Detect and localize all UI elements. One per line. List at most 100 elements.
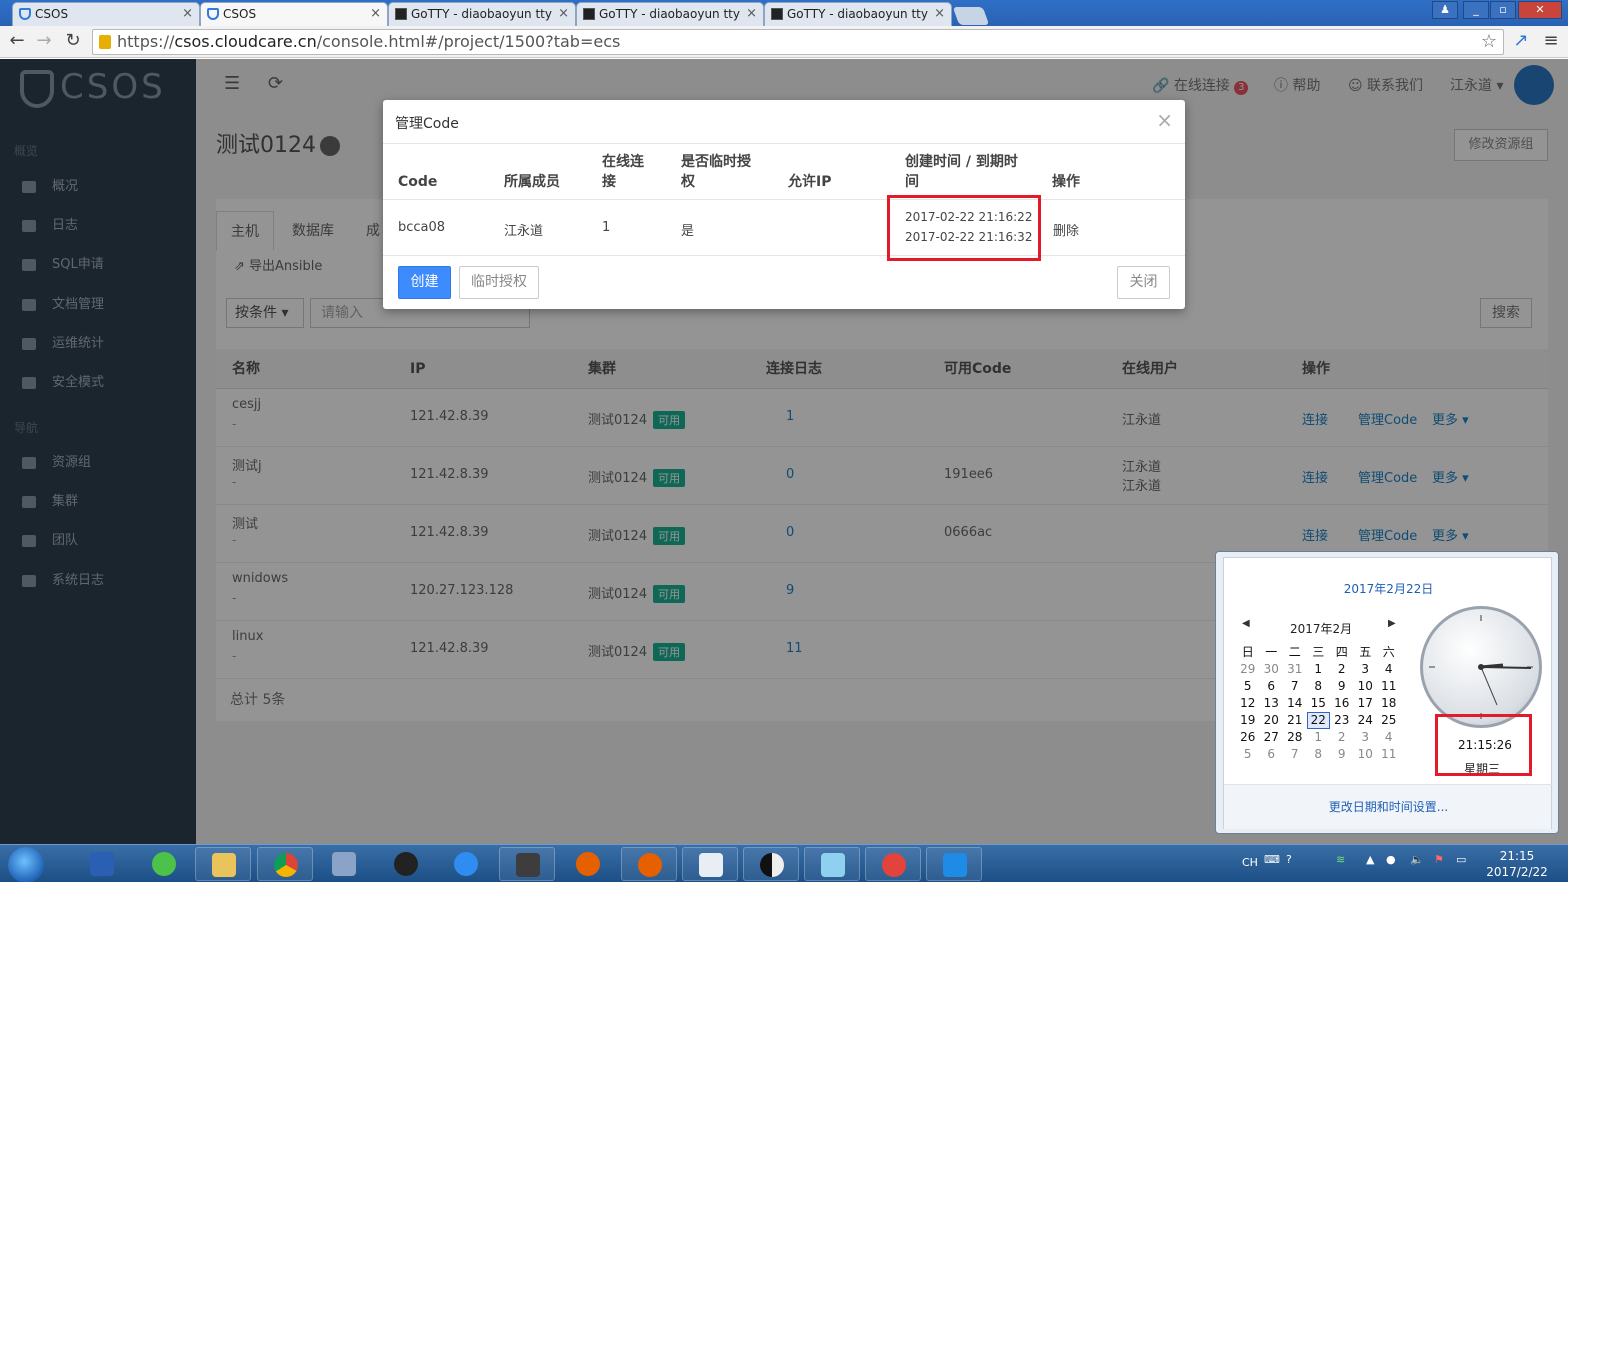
calendar-day[interactable]: 5 [1236, 678, 1260, 695]
calendar-day[interactable]: 29 [1236, 661, 1260, 678]
long-date-link[interactable]: 2017年2月22日 [1224, 580, 1553, 597]
calendar-day[interactable]: 28 [1283, 729, 1307, 746]
browser-tab[interactable]: GoTTY - diaobaoyun tty × [388, 2, 576, 26]
calendar-day-today[interactable]: 22 [1306, 712, 1330, 729]
sublime-text-icon[interactable] [499, 847, 555, 881]
action-center-icon[interactable]: ⚑ [1434, 853, 1444, 866]
restore-button[interactable]: ▫ [1490, 1, 1516, 19]
snail-app-icon[interactable] [865, 847, 921, 881]
calendar-day[interactable]: 11 [1377, 746, 1401, 763]
calendar-day[interactable]: 19 [1236, 712, 1260, 729]
help-icon[interactable]: ? [1286, 853, 1292, 866]
calendar-day[interactable]: 13 [1260, 695, 1284, 712]
word-icon[interactable] [74, 847, 130, 881]
close-button[interactable]: 关闭 [1117, 266, 1170, 299]
calendar-day[interactable]: 6 [1260, 678, 1284, 695]
wifi-icon[interactable]: ≋ [1336, 853, 1345, 866]
prev-month-icon[interactable]: ◀ [1242, 618, 1250, 629]
calendar-day[interactable]: 11 [1377, 678, 1401, 695]
address-bar[interactable]: https://csos.cloudcare.cn/console.html#/… [92, 29, 1504, 55]
calendar-day[interactable]: 14 [1283, 695, 1307, 712]
display-icon[interactable]: ▭ [1456, 853, 1466, 866]
bookmark-star-icon[interactable]: ☆ [1481, 30, 1497, 54]
calendar-day[interactable]: 20 [1260, 712, 1284, 729]
taskbar-clock[interactable]: 21:15 2017/2/22 [1482, 848, 1552, 880]
calendar-day[interactable]: 17 [1354, 695, 1378, 712]
minimize-button[interactable]: _ [1463, 1, 1489, 19]
close-icon[interactable]: × [370, 3, 381, 25]
calendar-day[interactable]: 9 [1330, 678, 1354, 695]
calendar-day[interactable]: 27 [1260, 729, 1284, 746]
close-icon[interactable]: × [182, 3, 193, 25]
temp-auth-button[interactable]: 临时授权 [459, 266, 539, 299]
keyboard-icon[interactable]: ⌨ [1264, 853, 1280, 866]
forward-icon[interactable]: → [33, 30, 55, 52]
browser-tab[interactable]: CSOS × [12, 2, 200, 26]
close-icon[interactable]: × [746, 3, 757, 25]
calendar-day[interactable]: 3 [1354, 661, 1378, 678]
close-icon[interactable]: × [558, 3, 569, 25]
window-close-button[interactable]: ✕ [1518, 1, 1562, 19]
calendar-day[interactable]: 23 [1330, 712, 1354, 729]
notes-icon[interactable] [438, 847, 494, 881]
calendar-day[interactable]: 1 [1307, 729, 1331, 746]
volume-icon[interactable]: 🔈 [1410, 853, 1424, 866]
calendar-day[interactable]: 8 [1307, 746, 1331, 763]
user-profile-icon[interactable]: ♟ [1432, 1, 1458, 19]
calendar-day[interactable]: 4 [1377, 661, 1401, 678]
calendar-day[interactable]: 18 [1377, 695, 1401, 712]
calendar-day[interactable]: 8 [1307, 678, 1331, 695]
firefox-icon[interactable] [621, 847, 677, 881]
notepad-icon[interactable] [804, 847, 860, 881]
calendar-month[interactable]: 2017年2月 [1290, 620, 1352, 637]
calendar-day[interactable]: 16 [1330, 695, 1354, 712]
calendar-day[interactable]: 10 [1354, 746, 1378, 763]
calendar-day[interactable]: 25 [1377, 712, 1401, 729]
calendar-day[interactable]: 7 [1283, 746, 1307, 763]
window-app-icon[interactable] [682, 847, 738, 881]
virtualbox-icon[interactable] [316, 847, 372, 881]
close-icon[interactable]: × [1156, 108, 1173, 132]
calendar-day[interactable]: 15 [1307, 695, 1331, 712]
calendar-day[interactable]: 2 [1330, 729, 1354, 746]
browser-tab-active[interactable]: CSOS × [200, 2, 388, 26]
network-app-icon[interactable]: ● [1386, 853, 1396, 866]
chrome-icon[interactable] [257, 847, 313, 881]
extension-icon[interactable]: ↗ [1510, 30, 1532, 52]
yinyang-app-icon[interactable] [743, 847, 799, 881]
calendar-day[interactable]: 12 [1236, 695, 1260, 712]
calendar-day[interactable]: 24 [1354, 712, 1378, 729]
new-tab-button[interactable] [952, 7, 990, 25]
next-month-icon[interactable]: ▶ [1388, 618, 1396, 629]
file-explorer-icon[interactable] [195, 847, 251, 881]
delete-link[interactable]: 删除 [1053, 220, 1079, 239]
close-icon[interactable]: × [934, 3, 945, 25]
calendar-day[interactable]: 30 [1260, 661, 1284, 678]
qq-icon[interactable] [378, 847, 434, 881]
create-button[interactable]: 创建 [398, 266, 451, 299]
calendar-day[interactable]: 2 [1330, 661, 1354, 678]
calendar-day[interactable]: 26 [1236, 729, 1260, 746]
calendar-day[interactable]: 21 [1283, 712, 1307, 729]
back-icon[interactable]: ← [6, 30, 28, 52]
calendar-day[interactable]: 6 [1260, 746, 1284, 763]
language-indicator[interactable]: CH [1242, 856, 1258, 869]
ie-browser-icon[interactable] [136, 847, 192, 881]
firefox-icon[interactable] [560, 847, 616, 881]
calendar-day[interactable]: 31 [1283, 661, 1307, 678]
calendar-day[interactable]: 9 [1330, 746, 1354, 763]
calendar-day[interactable]: 5 [1236, 746, 1260, 763]
show-hidden-icons[interactable]: ▲ [1366, 853, 1374, 866]
calendar-day[interactable]: 7 [1283, 678, 1307, 695]
menu-icon[interactable]: ≡ [1540, 30, 1562, 52]
calendar-day[interactable]: 10 [1354, 678, 1378, 695]
start-button[interactable] [8, 847, 44, 882]
calendar-day[interactable]: 4 [1377, 729, 1401, 746]
calendar-day[interactable]: 3 [1354, 729, 1378, 746]
reload-icon[interactable]: ↻ [62, 30, 84, 52]
calendar-day[interactable]: 1 [1307, 661, 1331, 678]
change-datetime-link[interactable]: 更改日期和时间设置... [1224, 798, 1553, 815]
browser-tab[interactable]: GoTTY - diaobaoyun tty × [764, 2, 952, 26]
paper-plane-app-icon[interactable] [926, 847, 982, 881]
browser-tab[interactable]: GoTTY - diaobaoyun tty × [576, 2, 764, 26]
